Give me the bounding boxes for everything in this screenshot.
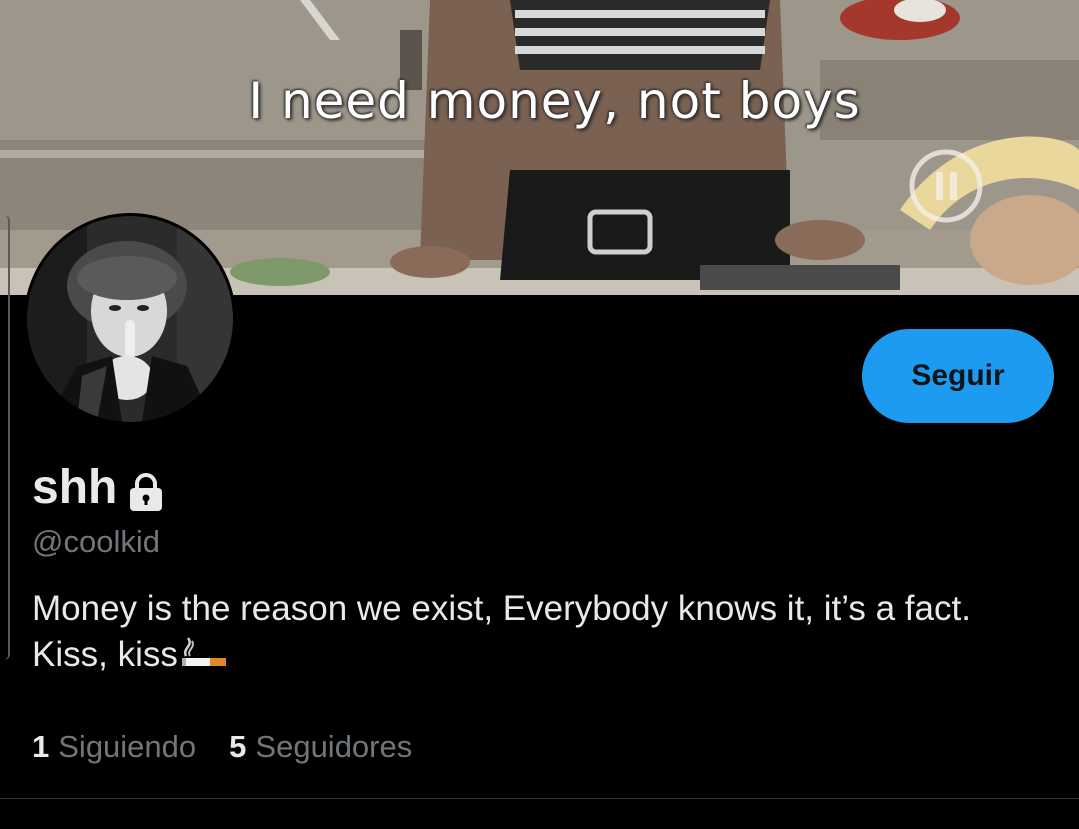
avatar-image	[27, 216, 233, 422]
follow-button[interactable]: Seguir	[862, 329, 1054, 423]
followers-count: 5	[229, 729, 247, 764]
user-handle: @coolkid	[32, 524, 160, 559]
name-row: shh	[32, 458, 167, 518]
display-name: shh	[32, 461, 118, 514]
profile-page: I need money, not boys Seguir shh @coolk…	[0, 0, 1079, 829]
lock-icon	[125, 471, 167, 513]
scroll-edge	[0, 215, 10, 660]
profile-bio: Money is the reason we exist, Everybody …	[32, 586, 1042, 678]
bio-text: Money is the reason we exist, Everybody …	[32, 589, 971, 674]
avatar[interactable]	[24, 213, 236, 425]
following-count: 1	[32, 729, 50, 764]
followers-link[interactable]: 5 Seguidores	[229, 725, 412, 769]
profile-stats: 1 Siguiendo 5 Seguidores	[32, 725, 412, 769]
following-link[interactable]: 1 Siguiendo	[32, 725, 196, 769]
following-label: Siguiendo	[58, 729, 197, 764]
cigarette-icon	[180, 636, 228, 670]
divider	[0, 798, 1079, 799]
banner-caption: I need money, not boys	[248, 72, 861, 130]
followers-label: Seguidores	[255, 729, 413, 764]
